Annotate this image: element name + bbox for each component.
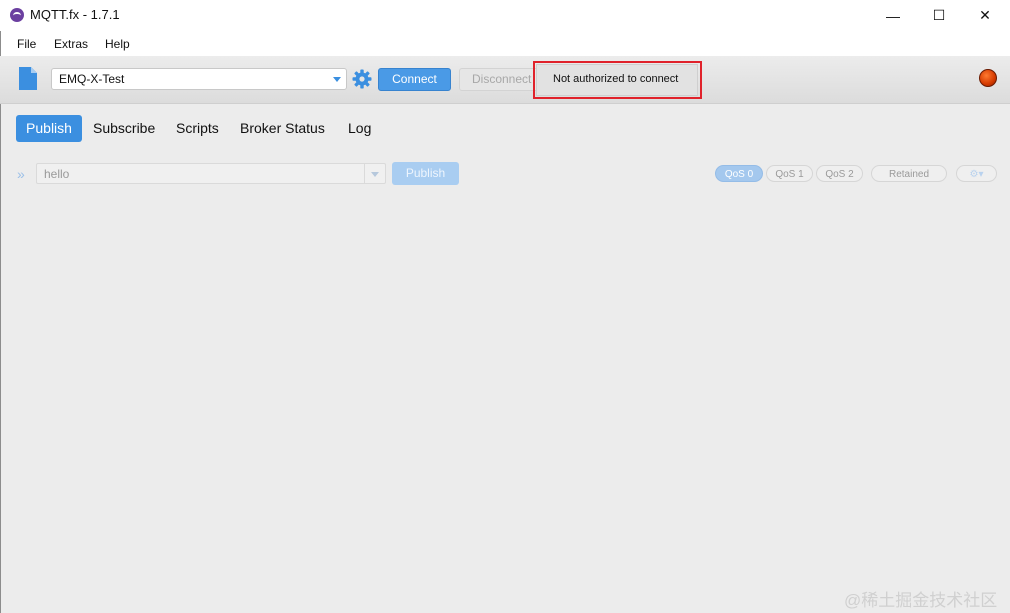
- window-border: [0, 31, 1, 613]
- qos-0-toggle[interactable]: QoS 0: [715, 165, 763, 182]
- topic-value: hello: [44, 167, 70, 181]
- double-chevron-right-icon[interactable]: »: [17, 166, 25, 182]
- annotation-highlight-box: [533, 61, 702, 99]
- retained-toggle[interactable]: Retained: [871, 165, 947, 182]
- tab-broker-status[interactable]: Broker Status: [240, 115, 325, 142]
- topic-combobox[interactable]: hello: [36, 163, 386, 184]
- combobox-divider: [364, 164, 365, 183]
- connection-status-indicator: [979, 69, 997, 87]
- tab-log[interactable]: Log: [348, 115, 371, 142]
- watermark: @稀土掘金技术社区: [844, 591, 998, 610]
- qos-2-toggle[interactable]: QoS 2: [816, 165, 863, 182]
- chevron-down-icon: [333, 77, 341, 82]
- title-bar: [0, 0, 1010, 31]
- connection-profile-select[interactable]: EMQ-X-Test: [51, 68, 347, 90]
- menu-bar: [0, 31, 1010, 56]
- minimize-button[interactable]: —: [870, 0, 916, 31]
- publish-button[interactable]: Publish: [392, 162, 459, 185]
- window-title: MQTT.fx - 1.7.1: [30, 7, 120, 22]
- document-icon[interactable]: [19, 67, 37, 90]
- tab-subscribe[interactable]: Subscribe: [93, 115, 155, 142]
- chevron-down-icon[interactable]: [371, 172, 379, 177]
- tab-publish[interactable]: Publish: [16, 115, 82, 142]
- app-icon: [10, 8, 24, 22]
- menu-file[interactable]: File: [17, 37, 36, 51]
- connect-button[interactable]: Connect: [378, 68, 451, 91]
- disconnect-button[interactable]: Disconnect: [459, 68, 539, 91]
- gear-icon[interactable]: [352, 69, 372, 89]
- menu-help[interactable]: Help: [105, 37, 130, 51]
- tab-scripts[interactable]: Scripts: [176, 115, 219, 142]
- maximize-button[interactable]: ☐: [916, 0, 962, 31]
- connection-profile-value: EMQ-X-Test: [59, 72, 125, 86]
- publish-settings-dropdown[interactable]: ⚙▾: [956, 165, 997, 182]
- menu-extras[interactable]: Extras: [54, 37, 88, 51]
- qos-1-toggle[interactable]: QoS 1: [766, 165, 813, 182]
- close-button[interactable]: ✕: [962, 0, 1008, 31]
